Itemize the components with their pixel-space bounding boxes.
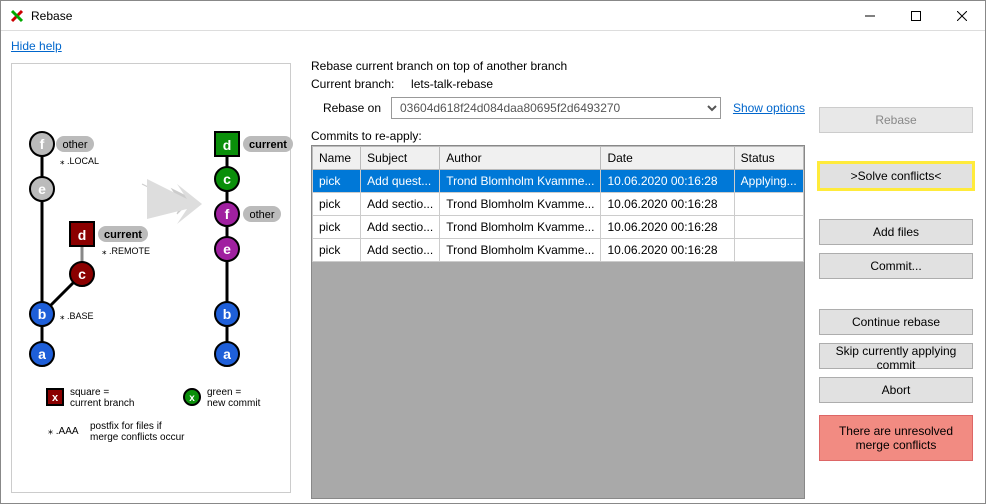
current-branch-row: Current branch: lets-talk-rebase (311, 77, 805, 91)
svg-text:current: current (249, 139, 287, 151)
cell-status: Applying... (734, 170, 803, 193)
rebase-on-label: Rebase on (311, 101, 391, 115)
commit-button[interactable]: Commit... (819, 253, 973, 279)
cell-author: Trond Blomholm Kvamme... (440, 170, 601, 193)
cell-name: pick (313, 239, 361, 262)
rebase-on-select[interactable]: 03604d618f24d084daa80695f2d6493270 (391, 97, 721, 119)
minimize-button[interactable] (847, 1, 893, 31)
svg-text:current: current (104, 229, 142, 241)
svg-text:b: b (38, 306, 47, 322)
svg-text:d: d (223, 137, 232, 153)
svg-text:green =: green = (207, 387, 241, 398)
svg-text:a: a (38, 346, 46, 362)
cell-date: 10.06.2020 00:16:28 (601, 170, 734, 193)
cell-author: Trond Blomholm Kvamme... (440, 239, 601, 262)
col-date[interactable]: Date (601, 147, 734, 170)
svg-text:other: other (62, 139, 87, 151)
conflict-alert: There are unresolved merge conflicts (819, 415, 973, 461)
svg-text:c: c (78, 266, 86, 282)
table-row[interactable]: pickAdd sectio...Trond Blomholm Kvamme..… (313, 239, 804, 262)
table-row[interactable]: pickAdd sectio...Trond Blomholm Kvamme..… (313, 193, 804, 216)
svg-text:postfix for files if: postfix for files if (90, 421, 162, 432)
svg-text:f: f (40, 136, 45, 152)
svg-text:d: d (78, 227, 87, 243)
col-subject[interactable]: Subject (361, 147, 440, 170)
cell-subject: Add sectio... (361, 239, 440, 262)
table-row[interactable]: pickAdd quest...Trond Blomholm Kvamme...… (313, 170, 804, 193)
commits-table[interactable]: Name Subject Author Date Status pickAdd … (312, 146, 804, 262)
cell-subject: Add quest... (361, 170, 440, 193)
abort-button[interactable]: Abort (819, 377, 973, 403)
svg-text:square =: square = (70, 387, 109, 398)
cell-status (734, 193, 803, 216)
svg-text:merge conflicts occur: merge conflicts occur (90, 432, 185, 443)
titlebar: Rebase (1, 1, 985, 31)
current-branch-value: lets-talk-rebase (411, 77, 493, 91)
svg-text:b: b (223, 306, 232, 322)
app-icon (9, 8, 25, 24)
cell-status (734, 216, 803, 239)
cell-subject: Add sectio... (361, 193, 440, 216)
show-options-link[interactable]: Show options (733, 101, 805, 115)
cell-name: pick (313, 193, 361, 216)
svg-text:x: x (52, 392, 59, 404)
cell-subject: Add sectio... (361, 216, 440, 239)
help-graph: f other ⁎ .LOCAL e d current ⁎ .REMOTE c… (11, 63, 291, 493)
svg-text:⁎ .BASE: ⁎ .BASE (60, 311, 94, 321)
commits-table-container: Name Subject Author Date Status pickAdd … (311, 145, 805, 499)
cell-name: pick (313, 216, 361, 239)
svg-text:new commit: new commit (207, 398, 261, 409)
svg-text:e: e (223, 241, 231, 257)
current-branch-label: Current branch: (311, 77, 394, 91)
col-author[interactable]: Author (440, 147, 601, 170)
window-title: Rebase (31, 9, 847, 23)
svg-text:x: x (189, 393, 195, 404)
cell-author: Trond Blomholm Kvamme... (440, 216, 601, 239)
svg-text:⁎ .LOCAL: ⁎ .LOCAL (60, 156, 99, 166)
svg-text:c: c (223, 171, 231, 187)
svg-text:a: a (223, 346, 231, 362)
close-button[interactable] (939, 1, 985, 31)
help-bar: Hide help (1, 31, 985, 57)
add-files-button[interactable]: Add files (819, 219, 973, 245)
svg-text:current branch: current branch (70, 398, 134, 409)
rebase-button: Rebase (819, 107, 973, 133)
cell-name: pick (313, 170, 361, 193)
maximize-button[interactable] (893, 1, 939, 31)
continue-rebase-button[interactable]: Continue rebase (819, 309, 973, 335)
col-status[interactable]: Status (734, 147, 803, 170)
svg-text:f: f (225, 206, 230, 222)
cell-author: Trond Blomholm Kvamme... (440, 193, 601, 216)
table-row[interactable]: pickAdd sectio...Trond Blomholm Kvamme..… (313, 216, 804, 239)
hide-help-link[interactable]: Hide help (11, 39, 62, 53)
skip-commit-button[interactable]: Skip currently applying commit (819, 343, 973, 369)
col-name[interactable]: Name (313, 147, 361, 170)
cell-date: 10.06.2020 00:16:28 (601, 216, 734, 239)
solve-conflicts-button[interactable]: >Solve conflicts< (819, 163, 973, 189)
commits-label: Commits to re-apply: (311, 129, 805, 143)
svg-text:other: other (249, 209, 274, 221)
svg-text:⁎ .REMOTE: ⁎ .REMOTE (102, 246, 150, 256)
cell-date: 10.06.2020 00:16:28 (601, 239, 734, 262)
svg-text:⁎ .AAA: ⁎ .AAA (48, 426, 79, 437)
instruction-label: Rebase current branch on top of another … (311, 59, 805, 73)
cell-date: 10.06.2020 00:16:28 (601, 193, 734, 216)
svg-text:e: e (38, 181, 46, 197)
cell-status (734, 239, 803, 262)
